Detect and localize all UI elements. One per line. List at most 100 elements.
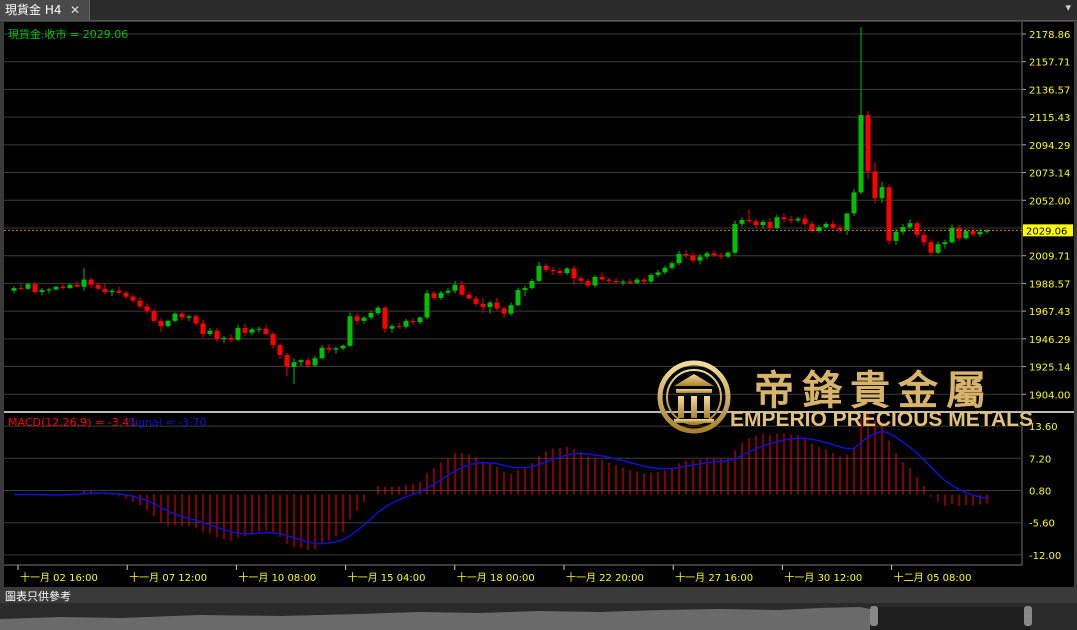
candle-body [291,362,297,367]
macd-tick-label: 7.20 [1029,454,1051,465]
candle-body [389,326,395,329]
candle-body [179,313,185,318]
time-tick-label: 十二月 05 08:00 [894,571,972,584]
candle-body [543,265,549,270]
candle-body [781,217,787,220]
candle-body [557,271,563,274]
price-tick-label: 2009.71 [1029,252,1070,263]
candle-body [480,303,486,308]
candle-body [886,187,892,241]
candle-body [67,284,73,289]
candle-body [788,219,794,221]
candle-body [844,213,850,230]
candle-body [88,279,94,285]
price-tick-label: 2178.86 [1029,30,1070,41]
macd-tick-label: -5.60 [1029,519,1055,530]
price-tick-label: 2052.00 [1029,196,1070,207]
candle-body [102,288,108,293]
price-tick-label: 2157.71 [1029,58,1070,69]
candle-body [599,276,605,280]
candle-body [375,307,381,313]
candle-body [676,254,682,264]
candle-body [424,293,430,318]
candle-body [368,313,374,318]
candle-body [74,284,80,287]
watermark-english-name: EMPERIO PRECIOUS METALS [730,408,1033,431]
candle-body [627,281,633,283]
candle-body [690,255,696,261]
candle-body [802,218,808,224]
candle-body [25,284,31,289]
candle-body [571,268,577,279]
candle-body [452,284,458,291]
menu-dropdown-icon[interactable]: ▾ [1065,1,1071,14]
candle-body [242,328,248,333]
candle-body [753,221,759,226]
candle-body [970,231,976,235]
time-tick-label: 十一月 22 20:00 [566,571,644,584]
candle-body [739,219,745,224]
candle-body [893,231,899,241]
candle-body [81,279,87,287]
candle-body [340,345,346,349]
candle-body [200,323,206,334]
candle-body [613,280,619,283]
candle-body [445,290,451,293]
price-tick-label: 2115.43 [1029,113,1070,124]
candle-body [354,316,360,321]
candle-body [718,255,724,257]
candle-body [914,223,920,236]
candle-body [312,358,318,366]
chart-navigator[interactable] [0,603,1077,630]
navigator-left-handle[interactable] [870,606,878,626]
candle-body [95,284,101,289]
price-tick-label: 1946.29 [1029,335,1070,346]
candle-body [207,330,213,334]
disclaimer-note: 圖表只供參考 [5,590,71,603]
candle-body [942,242,948,245]
candle-body [235,328,241,340]
candle-body [270,333,276,346]
macd-tick-label: -12.00 [1029,551,1061,562]
candle-body [851,192,857,214]
candle-body [634,279,640,283]
macd-label: MACD(12,26,9) = -3.41 [8,416,136,429]
candle-body [550,269,556,272]
candle-body [900,227,906,232]
time-tick-label: 十一月 07 12:00 [129,571,207,584]
candle-body [144,306,150,312]
candle-body [774,217,780,228]
candle-body [522,288,528,291]
candle-body [221,337,227,340]
chart-tab[interactable]: 現貨金 H4 ✕ [0,0,90,20]
candle-body [347,316,353,346]
candle-body [907,223,913,228]
candle-body [585,280,591,286]
candle-body [109,290,115,293]
chart-area[interactable]: 2178.86 2157.71 2136.57 2115.43 2094.29 2073.… [4,22,1074,587]
candle-body [361,317,367,321]
candle-body [795,218,801,221]
candle-body [767,221,773,228]
candle-body [655,272,661,275]
candle-body [697,256,703,261]
watermark: 帝鋒貴金屬 EMPERIO PRECIOUS METALS [656,360,1036,434]
chart-tab-bar: 現貨金 H4 ✕ ▾ [0,0,1077,21]
close-icon[interactable]: ✕ [70,0,80,20]
candle-body [228,337,234,340]
candle-body [459,284,465,295]
time-tick-label: 十一月 18 00:00 [457,571,535,584]
time-tick-label: 十一月 30 12:00 [784,571,862,584]
candle-body [60,286,66,289]
navigator-right-handle[interactable] [1024,606,1032,626]
candle-body [606,279,612,281]
candle-body [837,227,843,230]
time-tick-label: 十一月 02 16:00 [20,571,98,584]
candle-body [746,219,752,222]
candle-body [116,290,122,293]
candle-body [564,268,570,274]
candle-body [431,293,437,298]
candle-body [662,267,668,273]
candle-body [977,231,983,235]
candle-body [508,305,514,314]
